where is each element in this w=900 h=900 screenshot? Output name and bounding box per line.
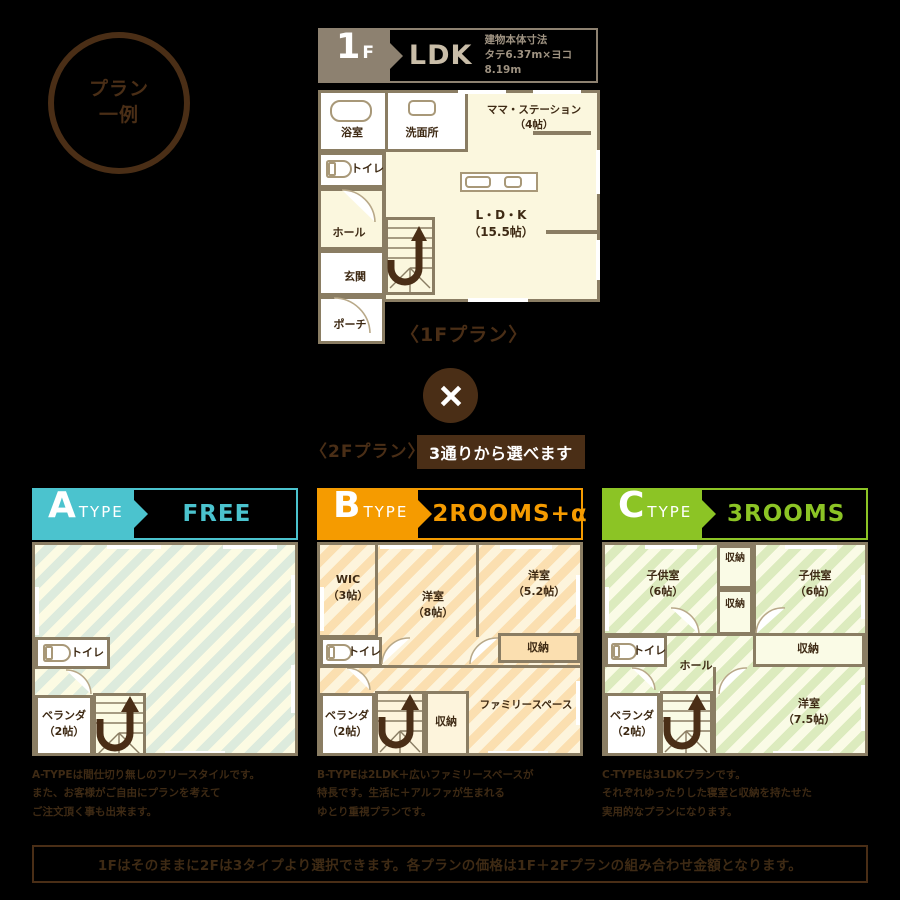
type-b-chip: B TYPE [319,485,419,540]
type-b-room-label-room52-size: （5.2帖） [512,585,566,598]
multiply-symbol-circle [423,368,478,423]
floor1-door-hall-icon [341,189,376,223]
floor1-room-label-entrance: 玄関 [344,270,366,283]
type-c-chip: C TYPE [604,485,703,540]
type-c-arrow-icon [702,500,717,528]
type-b-room-label-room52: 洋室 [528,569,550,582]
type-column-c: C TYPE 3ROOMS 子供室 （6帖） 収納 収納 子供室 （6帖） トイ… [602,488,868,821]
type-b-header: B TYPE 2ROOMS+α [317,485,587,540]
type-c-room-label-closet-mid: 収納 [725,599,745,610]
type-c-room-label-closet-top: 収納 [725,553,745,564]
close-icon [440,385,461,406]
floor2-choice-badge: 3通りから選べます [417,435,585,469]
type-c-door-toilet-icon [631,667,656,691]
type-b-value: 2ROOMS+α [432,501,588,527]
floor1-caption: 〈1Fプラン〉 [400,324,529,346]
type-c-room-label-bedroom: 洋室 [798,697,820,710]
type-a-arrow-icon [133,500,148,528]
type-a-header: A TYPE FREE [32,488,298,540]
type-b-room-label-room8: 洋室 [422,590,444,603]
type-c-room-label-veranda-size: （2帖） [611,725,653,738]
floor1-arrow-icon [389,42,403,69]
type-b-letter: B [333,485,361,526]
type-a-value: FREE [182,501,252,527]
type-c-room-label-kids-right-size: （6帖） [794,585,836,598]
type-c-room-label-toilet: トイレ [633,644,666,657]
type-c-header: C TYPE 3ROOMS [602,488,868,540]
type-b-door-room8-icon [381,637,411,665]
type-b-room-label-toilet: トイレ [348,645,381,658]
floor1-room-label-bath: 浴室 [341,126,363,139]
type-c-floorplan: 子供室 （6帖） 収納 収納 子供室 （6帖） トイレ ホール 収納 ベランダ … [602,542,868,756]
type-a-room-label-veranda-size: （2帖） [43,725,85,738]
type-column-b: B TYPE 2ROOMS+α WIC （3帖） 洋室 （8帖） 洋室 （5.2… [317,485,587,821]
type-c-room-label-veranda: ベランダ [610,709,654,722]
plan-badge-line2: 一例 [98,104,139,126]
type-a-room-label-veranda: ベランダ [42,709,86,722]
type-b-room-label-room8-size: （8帖） [412,606,454,619]
type-a-chip: A TYPE [34,488,134,540]
floor1-room-label-hall: ホール [332,226,366,239]
type-a-door-icon [65,669,92,695]
type-b-floorplan: WIC （3帖） 洋室 （8帖） 洋室 （5.2帖） 収納 トイレ ベランダ （… [317,542,583,756]
floor1-title: LDK [408,40,473,71]
floor1-staircase-icon [386,226,432,292]
type-b-room-label-closet-right: 収納 [527,641,549,654]
type-c-door-kids-left-icon [670,607,700,635]
type-b-label: TYPE [363,503,409,521]
floor1-dimensions-line2: タテ6.37m×ヨコ8.19m [484,48,573,77]
floor1-number-chip: 1 F [320,30,390,81]
type-a-description: A-TYPEは間仕切り無しのフリースタイルです。 また、お客様がご自由にプランを… [32,769,260,818]
type-c-room-label-closet-right: 収納 [797,642,819,655]
type-c-room-label-kids-left: 子供室 [646,569,680,582]
floor1-dimensions: 建物本体寸法 タテ6.37m×ヨコ8.19m [484,33,596,79]
type-c-staircase-icon [661,694,710,753]
floor1-number: 1 [335,27,361,67]
type-b-door-room52-icon [469,637,499,665]
type-c-room-label-bedroom-size: （7.5帖） [782,713,836,726]
type-b-room-label-veranda-size: （2帖） [326,725,368,738]
type-b-room-label-wic-size: （3帖） [327,589,369,602]
type-b-description: B-TYPEは2LDK＋広いファミリースペースが 特長です。生活に＋アルファが生… [317,769,534,818]
floor1-room-label-ldk-size: （15.5帖） [468,225,534,239]
type-c-room-label-kids-left-size: （6帖） [642,585,684,598]
type-b-arrow-icon [418,500,433,528]
floor1-suffix: F [362,43,374,63]
type-column-a: A TYPE FREE トイレ ベランダ （2帖） A-TYPEは間仕切り無しの… [32,488,298,821]
type-c-label: TYPE [647,503,693,521]
type-a-floorplan: トイレ ベランダ （2帖） [32,542,298,756]
floor1-room-label-mama-station: ママ・ステーション [486,104,582,116]
floor1-room-label-washroom: 洗面所 [405,126,439,139]
floor1-room-label-porch: ポーチ [333,318,367,331]
type-a-letter: A [48,485,76,526]
type-a-label: TYPE [78,503,124,521]
floor1-header-bar: 1 F LDK 建物本体寸法 タテ6.37m×ヨコ8.19m [318,28,598,83]
type-c-door-bedroom-icon [718,667,748,695]
type-b-staircase-icon [376,694,422,753]
type-c-room-label-kids-right: 子供室 [798,569,832,582]
type-b-door-toilet-icon [346,667,371,691]
bottom-note-banner: 1Fはそのままに2Fは3タイプより選択できます。各プランの価格は1F＋2Fプラン… [32,845,868,883]
floor1-room-label-toilet: トイレ [351,162,384,175]
plan-badge-line1: プラン [88,78,149,101]
type-c-letter: C [618,485,645,526]
floor1-plan-drawing: 浴室 洗面所 ママ・ステーション （4帖） トイレ ホール 玄関 ポーチ L・D… [318,90,600,348]
type-c-value: 3ROOMS [727,501,846,527]
plan-example-badge: プラン 一例 [48,32,190,174]
type-a-staircase-icon [94,696,143,753]
floor2-caption: 〈2Fプラン〉 [310,442,426,462]
floor1-room-label-ldk: L・D・K [475,208,527,222]
type-b-room-label-veranda: ベランダ [325,709,369,722]
type-b-room-label-wic: WIC [335,573,361,586]
type-c-description: C-TYPEは3LDKプランです。 それぞれゆったりした寝室と収納を持たせた 実… [602,769,812,818]
floor1-dimensions-line1: 建物本体寸法 [484,33,548,46]
bottom-note-text: 1Fはそのままに2Fは3タイプより選択できます。各プランの価格は1F＋2Fプラン… [97,858,803,874]
type-b-room-label-family-space: ファミリースペース [479,699,573,711]
type-a-room-label-toilet: トイレ [71,646,104,659]
type-b-room-label-closet-small: 収納 [435,715,457,728]
type-c-door-kids-right-icon [755,607,786,635]
